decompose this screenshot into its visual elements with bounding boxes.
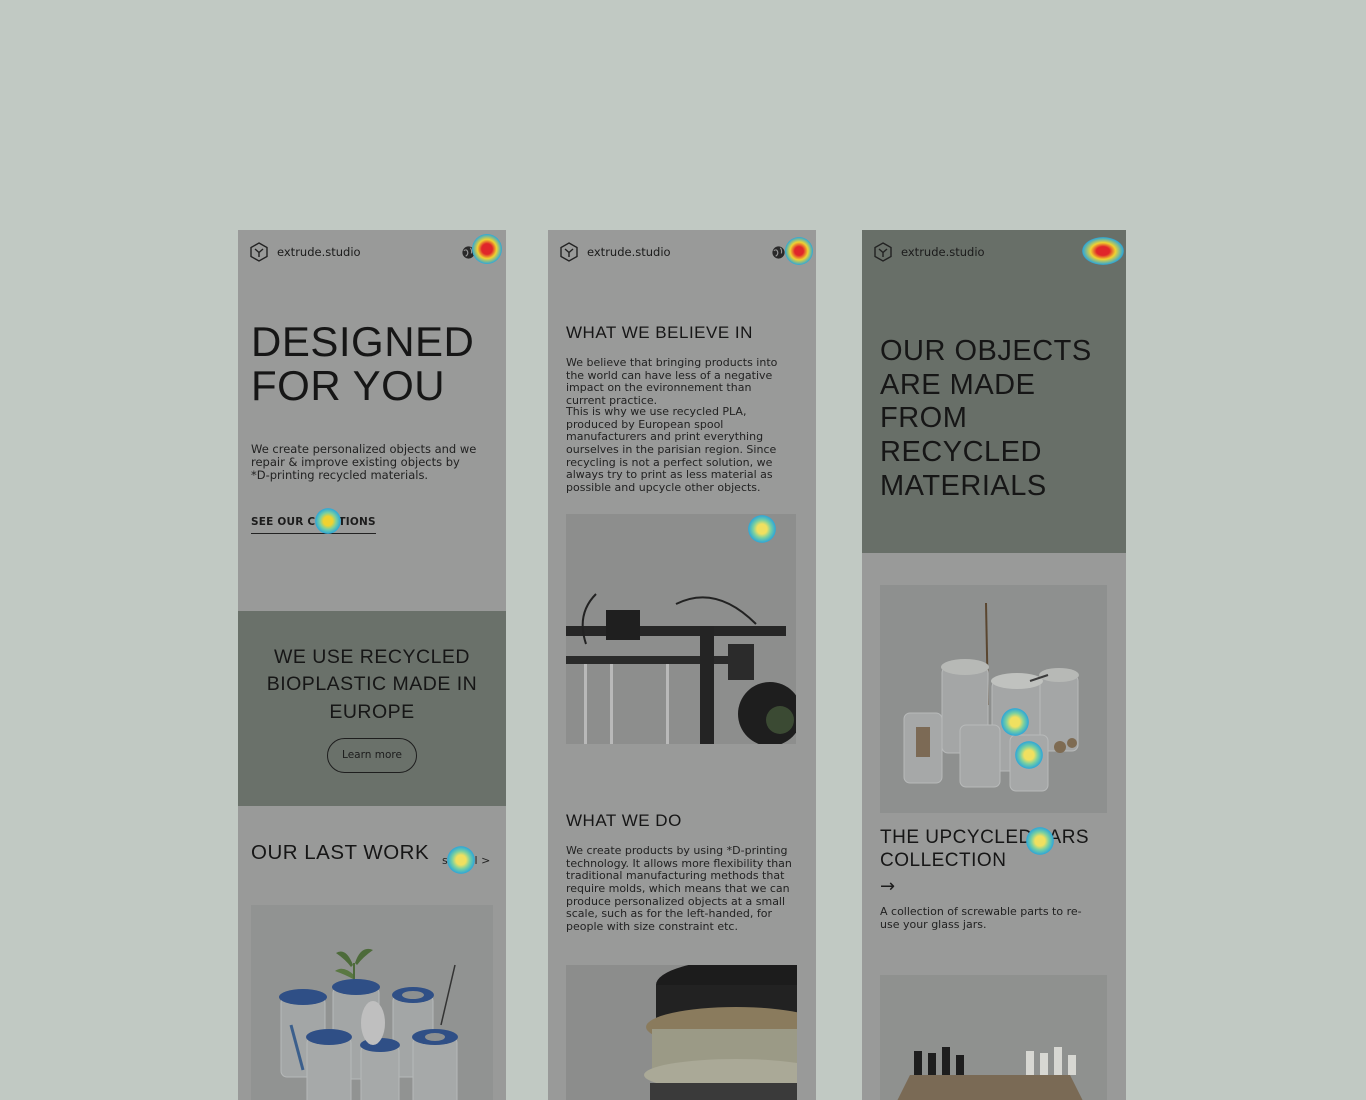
banner-title: WE USE RECYCLED BIOPLASTIC MADE IN EUROP…: [266, 646, 478, 723]
see-all-link[interactable]: see all >: [442, 854, 490, 868]
arrow-right-icon[interactable]: →: [880, 876, 895, 897]
chess-illustration: [897, 1047, 1083, 1100]
globe-icon[interactable]: [461, 245, 476, 260]
upcycled-jars-illustration: [903, 602, 1079, 792]
top-bar: extrude.studio: [238, 230, 506, 274]
believe-paragraph-2: This is why we use recycled PLA, produce…: [566, 405, 777, 494]
logo-icon[interactable]: [249, 242, 269, 262]
hero-description: We create personalized objects and we re…: [251, 442, 477, 483]
collection-description: A collection of screwable parts to re-us…: [880, 905, 1082, 931]
materials-banner: OUR OBJECTS ARE MADE FROM RECYCLED MATER…: [862, 274, 1126, 553]
screen-home: extrude.studio DESIGNED FOR YOU We creat…: [238, 230, 506, 1100]
see-creations-link[interactable]: SEE OUR CREATIONS: [251, 516, 376, 534]
brand-name[interactable]: extrude.studio: [587, 245, 671, 259]
hero-title: DESIGNED FOR YOU: [251, 318, 475, 410]
logo-icon[interactable]: [559, 242, 579, 262]
materials-title: OUR OBJECTS ARE MADE FROM RECYCLED MATER…: [880, 335, 1092, 502]
last-work-title: OUR LAST WORK: [251, 841, 430, 864]
recycled-banner: WE USE RECYCLED BIOPLASTIC MADE IN EUROP…: [238, 611, 506, 806]
printer-illustration: [566, 593, 802, 746]
globe-icon[interactable]: [1084, 245, 1099, 260]
brand-name[interactable]: extrude.studio: [277, 245, 361, 259]
screen-about: extrude.studio WHAT WE BELIEVE IN We bel…: [548, 230, 816, 1100]
upcycled-jars-image[interactable]: [880, 585, 1107, 813]
printer-image: [566, 514, 802, 746]
chess-image[interactable]: [880, 975, 1107, 1100]
jars-illustration: [279, 948, 458, 1100]
menu-icon[interactable]: [479, 246, 495, 260]
menu-icon[interactable]: [791, 246, 807, 260]
jars-product-image[interactable]: [251, 905, 493, 1100]
brand-name[interactable]: extrude.studio: [901, 245, 985, 259]
spool-image: [566, 959, 816, 1100]
spool-illustration: [644, 959, 816, 1100]
menu-icon[interactable]: [1102, 246, 1118, 260]
top-bar: extrude.studio: [548, 230, 816, 274]
logo-icon[interactable]: [873, 242, 893, 262]
what-we-do-title: WHAT WE DO: [566, 811, 682, 830]
screen-collection: extrude.studio OUR OBJECTS ARE MADE FROM…: [862, 230, 1126, 1100]
believe-title: WHAT WE BELIEVE IN: [566, 323, 753, 342]
believe-paragraph-1: We believe that bringing products into t…: [566, 356, 778, 407]
globe-icon[interactable]: [771, 245, 786, 260]
top-bar: extrude.studio: [862, 230, 1126, 274]
learn-more-button[interactable]: Learn more: [327, 738, 417, 773]
collection-title[interactable]: THE UPCYCLED JARS COLLECTION: [880, 827, 1110, 873]
what-we-do-paragraph: We create products by using *D-printing …: [566, 844, 792, 933]
